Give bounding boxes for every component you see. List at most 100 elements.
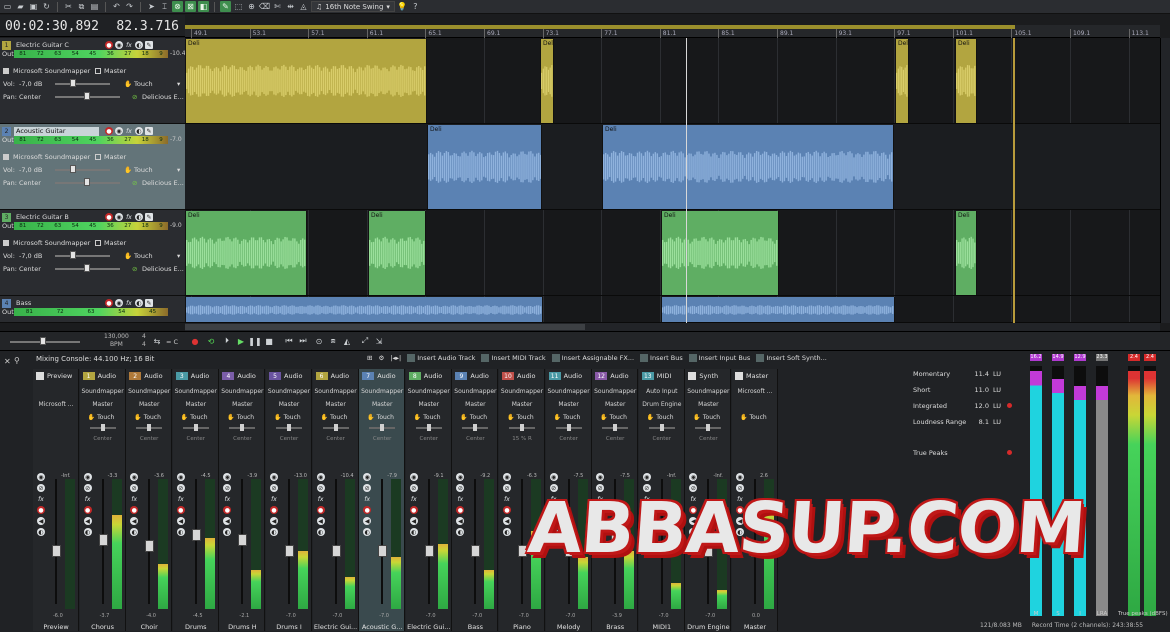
stop-icon[interactable]: ■ (264, 336, 274, 346)
pan-slider-knob[interactable] (287, 424, 291, 431)
solo-icon[interactable]: ◐ (409, 528, 418, 536)
phase-icon[interactable]: ⊘ (503, 484, 511, 492)
automation-mode[interactable]: ✋ Touch (740, 414, 767, 421)
mute-icon[interactable]: ◐ (135, 127, 143, 135)
strip-output[interactable]: Soundmapper (406, 388, 452, 395)
tempo-display[interactable]: 130,000 BPM (104, 333, 129, 349)
solo-icon[interactable]: ◐ (503, 528, 511, 536)
monitor-icon[interactable]: ◉ (363, 473, 372, 481)
musical-position-readout[interactable]: 82.3.716 (116, 19, 179, 34)
volume-slider-track[interactable] (55, 255, 110, 257)
record-arm-icon[interactable]: ● (37, 506, 45, 514)
new-file-icon[interactable]: ▭ (2, 1, 13, 12)
fader-track[interactable] (381, 479, 384, 604)
solo-icon[interactable]: ◐ (83, 528, 92, 536)
volume-slider-track[interactable] (55, 83, 110, 85)
strip-output[interactable]: Microsoft ... (33, 401, 79, 408)
time-signature[interactable]: 4 4 (142, 333, 146, 349)
redo-icon[interactable]: ↷ (124, 1, 135, 12)
pan-slider-knob[interactable] (706, 424, 711, 431)
output-device[interactable]: Microsoft Soundmapper (13, 239, 95, 247)
output-device[interactable]: Microsoft Soundmapper (13, 67, 95, 75)
track-number[interactable]: 1 (2, 40, 11, 50)
phase-icon[interactable]: ⊘ (223, 484, 232, 492)
close-icon[interactable]: ✕ (4, 357, 11, 366)
monitor-icon[interactable]: ◉ (503, 473, 511, 481)
pause-icon[interactable]: ❚❚ (248, 336, 261, 346)
monitor-icon[interactable]: ◉ (549, 473, 558, 481)
pan-slider-knob[interactable] (473, 424, 478, 431)
strip-output[interactable]: Soundmapper (219, 388, 265, 395)
track-name[interactable]: Bass (14, 299, 99, 308)
strip-output[interactable]: Soundmapper (685, 388, 731, 395)
plugin-name[interactable]: Delicious E... (142, 265, 184, 273)
mixer-strip[interactable]: 6 Audio Soundmapper Master ✋ Touch Center -10.4… (312, 369, 359, 631)
phase-icon[interactable]: ⊘ (316, 484, 325, 492)
monitor-icon[interactable]: ◉ (596, 473, 605, 481)
pan-slider-knob[interactable] (566, 424, 571, 431)
automation-mode[interactable]: ✋ Touch (367, 414, 394, 421)
fader-knob[interactable] (285, 545, 294, 557)
phase-icon[interactable]: ⊘ (270, 484, 278, 492)
fader-track[interactable] (521, 479, 523, 604)
sync-icon[interactable]: ⇆ (152, 336, 162, 346)
strip-number[interactable]: 1 (82, 372, 95, 380)
pointer-tool-icon[interactable]: ➤ (146, 1, 157, 12)
mixer-strip[interactable]: 5 Audio Soundmapper Master ✋ Touch Center -13.0… (266, 369, 312, 631)
strip-number[interactable]: 12 (595, 372, 608, 380)
monitor-icon[interactable]: ◉ (115, 127, 123, 135)
volume-slider-knob[interactable] (70, 79, 76, 87)
audio-clip[interactable]: Deli (427, 125, 542, 209)
strip-name[interactable]: Master (732, 623, 778, 631)
record-arm-icon[interactable]: ● (503, 506, 511, 514)
solo-icon[interactable]: ◐ (176, 528, 185, 536)
monitor-icon[interactable]: ◉ (223, 473, 232, 481)
pan-slider-knob[interactable] (380, 424, 385, 431)
audio-clip[interactable] (661, 297, 895, 322)
solo-icon[interactable]: ◐ (456, 528, 465, 536)
fx-icon[interactable]: fx (84, 495, 92, 503)
strip-bus[interactable]: Master (173, 401, 219, 408)
strip-number[interactable]: 9 (455, 372, 468, 380)
strip-bus[interactable]: Drum Engine (639, 401, 685, 408)
strip-number[interactable]: 13 (641, 372, 654, 380)
track-number[interactable]: 3 (2, 212, 11, 222)
automation-mode[interactable]: ✋ Touch (227, 414, 254, 421)
strip-bus[interactable]: Master (499, 401, 545, 408)
record-arm-icon[interactable]: ● (105, 41, 113, 49)
strip-bus[interactable]: Master (359, 401, 405, 408)
strip-bus[interactable]: Master (546, 401, 592, 408)
track-header[interactable]: 2 Acoustic Guitar ● ◉ fx ◐ ✎ Out 81 72 63 54 45 36 27 1… (0, 124, 185, 210)
pan-slider-knob[interactable] (84, 92, 90, 100)
strip-bus[interactable]: Master (80, 401, 126, 408)
fx-icon[interactable]: fx (125, 127, 133, 135)
solo-icon[interactable]: ◐ (363, 528, 372, 536)
mute-icon[interactable]: ◀ (223, 517, 232, 525)
save-icon[interactable]: ▣ (28, 1, 39, 12)
audio-clip[interactable] (185, 297, 543, 322)
automation-mode[interactable]: ✋ Touch (460, 414, 487, 421)
automation-mode[interactable]: ✋ Touch (600, 414, 627, 421)
mute-icon[interactable]: ◀ (456, 517, 465, 525)
fx-icon[interactable]: fx (37, 495, 45, 503)
split-tool-icon[interactable]: ⇹ (285, 1, 296, 12)
audio-clip[interactable]: Deli (368, 211, 426, 295)
strip-output[interactable]: Soundmapper (313, 388, 359, 395)
lightbulb-icon[interactable]: 💡 (397, 1, 408, 12)
fx-icon[interactable]: fx (503, 495, 511, 503)
monitor-icon[interactable]: ◉ (37, 473, 45, 481)
plugin-name[interactable]: Delicious E... (142, 179, 184, 187)
bus-target[interactable]: Master (104, 153, 126, 161)
scroll-thumb[interactable] (185, 324, 585, 330)
monitor-icon[interactable]: ◉ (115, 41, 123, 49)
pan-slider-knob[interactable] (100, 424, 105, 431)
fader-track[interactable] (288, 479, 290, 604)
strip-name[interactable]: Piano (499, 623, 545, 631)
loop-icon[interactable]: ⟲ (206, 336, 216, 346)
scissors-tool-icon[interactable]: ✄ (272, 1, 283, 12)
range-tool-icon[interactable]: ⌶ (159, 1, 170, 12)
strip-number[interactable]: 10 (502, 372, 514, 380)
audio-clip[interactable]: Deli (602, 125, 894, 209)
insert-button-3[interactable]: Insert Bus (640, 354, 683, 362)
record-arm-icon[interactable]: ● (456, 506, 465, 514)
